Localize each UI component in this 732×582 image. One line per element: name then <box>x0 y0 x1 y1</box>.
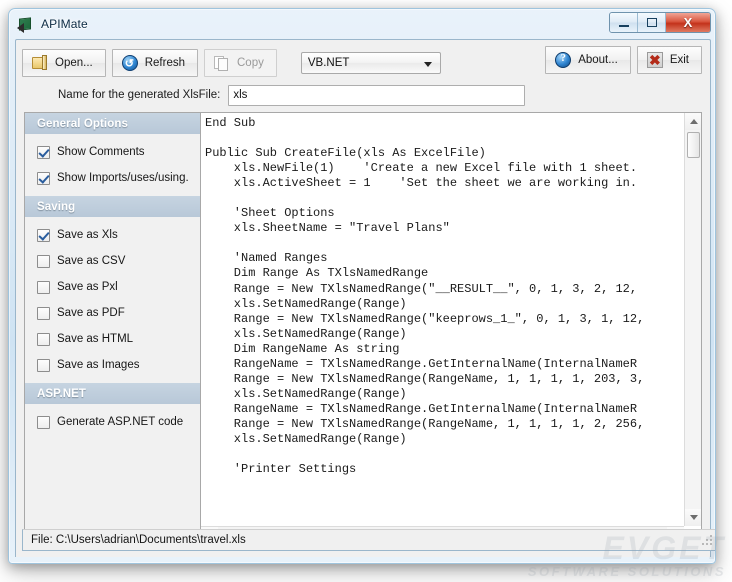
option-label: Save as Xls <box>57 229 118 241</box>
refresh-icon: ↺ <box>121 54 139 72</box>
code-text[interactable]: End Sub Public Sub CreateFile(xls As Exc… <box>201 113 684 526</box>
exit-button-label: Exit <box>669 54 689 66</box>
client-area: Open... ↺ Refresh Copy VB.NET ? About...… <box>15 39 715 557</box>
resize-grip-icon[interactable] <box>702 535 714 547</box>
option-save-as-csv[interactable]: Save as CSV <box>25 248 200 274</box>
language-dropdown[interactable]: VB.NET <box>300 52 441 74</box>
maximize-icon <box>646 18 657 27</box>
option-label: Show Comments <box>57 146 145 158</box>
chevron-down-icon <box>689 515 698 520</box>
checkbox-checked-icon[interactable] <box>37 171 50 185</box>
app-root: APIMate X Open... ↺ Refresh Copy VB.NET … <box>0 0 732 582</box>
minimize-icon <box>618 24 629 27</box>
open-button[interactable]: Open... <box>22 49 106 77</box>
scroll-up-button[interactable] <box>685 113 701 130</box>
checkbox-unchecked-icon[interactable] <box>37 306 50 320</box>
filename-label: Name for the generated XlsFile: <box>58 89 221 101</box>
close-x-icon: ✖ <box>646 51 664 69</box>
main-body: General Options Show Comments Show Impor… <box>24 112 702 544</box>
options-sidebar: General Options Show Comments Show Impor… <box>24 112 200 544</box>
close-button[interactable]: X <box>666 13 710 32</box>
vertical-scrollbar-thumb[interactable] <box>687 132 700 158</box>
checkbox-unchecked-icon[interactable] <box>37 254 50 268</box>
chevron-down-icon <box>423 62 432 67</box>
checkbox-checked-icon[interactable] <box>37 145 50 159</box>
about-button-label: About... <box>578 54 618 66</box>
scroll-down-button[interactable] <box>685 509 701 526</box>
checkbox-unchecked-icon[interactable] <box>37 415 50 429</box>
toolbar-right-group: ? About... ✖ Exit <box>545 46 702 74</box>
checkbox-unchecked-icon[interactable] <box>37 358 50 372</box>
toolbar: Open... ↺ Refresh Copy VB.NET ? About...… <box>16 40 710 80</box>
application-window: APIMate X Open... ↺ Refresh Copy VB.NET … <box>8 8 716 564</box>
status-file-path: File: C:\Users\adrian\Documents\travel.x… <box>31 534 246 546</box>
maximize-button[interactable] <box>638 13 666 32</box>
watermark-tagline: SOFTWARE SOLUTIONS <box>527 564 726 580</box>
window-title: APIMate <box>41 17 88 31</box>
code-panel: End Sub Public Sub CreateFile(xls As Exc… <box>200 112 702 544</box>
option-show-imports[interactable]: Show Imports/uses/using. <box>25 165 200 191</box>
option-label: Generate ASP.NET code <box>57 416 184 428</box>
refresh-button[interactable]: ↺ Refresh <box>111 49 198 77</box>
status-bar: File: C:\Users\adrian\Documents\travel.x… <box>22 529 715 551</box>
help-question-icon: ? <box>554 51 572 69</box>
copy-button[interactable]: Copy <box>204 49 277 77</box>
minimize-button[interactable] <box>610 13 638 32</box>
option-label: Save as Images <box>57 359 140 371</box>
option-save-as-images[interactable]: Save as Images <box>25 352 200 378</box>
option-label: Save as HTML <box>57 333 134 345</box>
option-save-as-html[interactable]: Save as HTML <box>25 326 200 352</box>
option-label: Save as PDF <box>57 307 125 319</box>
section-header-general-options: General Options <box>25 113 200 134</box>
title-bar: APIMate X <box>9 9 715 39</box>
checkbox-checked-icon[interactable] <box>37 228 50 242</box>
refresh-button-label: Refresh <box>144 57 185 69</box>
exit-button[interactable]: ✖ Exit <box>636 46 702 74</box>
filename-input[interactable] <box>228 84 526 106</box>
option-save-as-pxl[interactable]: Save as Pxl <box>25 274 200 300</box>
filename-row: Name for the generated XlsFile: <box>16 80 710 110</box>
chevron-up-icon <box>689 119 698 124</box>
code-vertical-scrollbar[interactable] <box>684 113 701 526</box>
checkbox-unchecked-icon[interactable] <box>37 280 50 294</box>
open-button-label: Open... <box>55 57 93 69</box>
option-label: Save as Pxl <box>57 281 118 293</box>
language-dropdown-value: VB.NET <box>307 57 350 69</box>
folder-open-icon <box>31 54 49 72</box>
section-header-aspnet: ASP.NET <box>25 383 200 404</box>
option-save-as-xls[interactable]: Save as Xls <box>25 222 200 248</box>
option-generate-aspnet-code[interactable]: Generate ASP.NET code <box>25 409 200 435</box>
window-controls: X <box>609 12 711 33</box>
option-save-as-pdf[interactable]: Save as PDF <box>25 300 200 326</box>
option-show-comments[interactable]: Show Comments <box>25 139 200 165</box>
copy-button-label: Copy <box>237 57 264 69</box>
option-label: Show Imports/uses/using. <box>57 172 189 184</box>
option-label: Save as CSV <box>57 255 126 267</box>
about-button[interactable]: ? About... <box>545 46 631 74</box>
app-excel-sheet-icon <box>17 16 34 33</box>
checkbox-unchecked-icon[interactable] <box>37 332 50 346</box>
close-icon: X <box>683 15 693 30</box>
copy-icon <box>213 54 231 72</box>
section-header-saving: Saving <box>25 196 200 217</box>
